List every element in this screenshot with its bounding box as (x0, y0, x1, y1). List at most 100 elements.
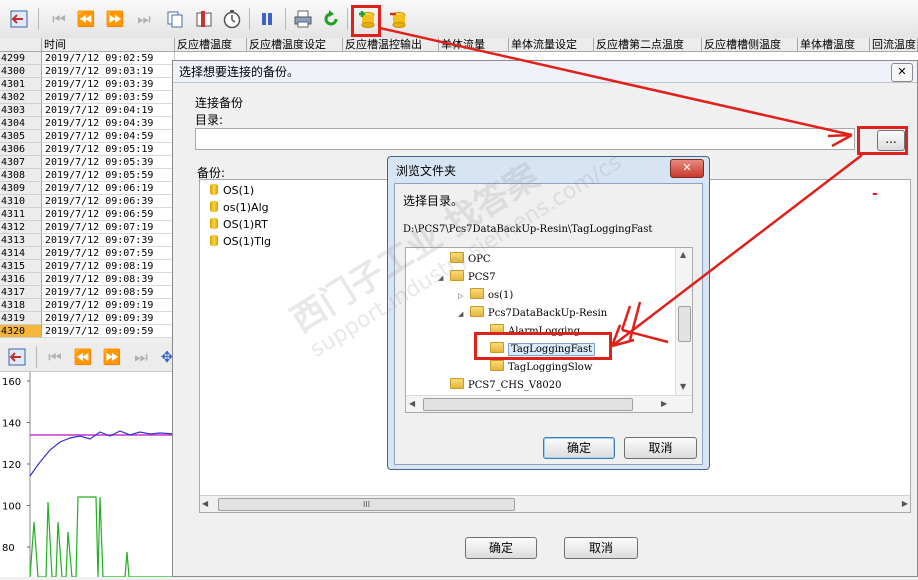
scrollbar-thumb[interactable] (678, 306, 691, 342)
table-row[interactable]: 4313 2019/7/12 09:07:39 (0, 234, 175, 247)
directory-input[interactable] (195, 128, 855, 150)
last-record-icon[interactable]: ⏭ (130, 346, 152, 368)
exit-icon[interactable] (8, 8, 30, 30)
scroll-right-icon[interactable]: ▶ (902, 499, 908, 508)
list-item[interactable]: os(1)Alg (210, 199, 269, 216)
table-row[interactable]: 4307 2019/7/12 09:05:39 (0, 156, 175, 169)
first-record-icon[interactable]: ⏮ (44, 346, 66, 368)
expand-icon[interactable]: ◢ (458, 306, 470, 323)
row-number-header (0, 38, 42, 52)
list-item[interactable]: OS(1)Tlg (210, 233, 271, 250)
column-select-icon[interactable] (193, 8, 215, 30)
folder-tree[interactable]: OPC ◢ PCS7 ▷ os(1) ◢ Pcs7DataBackUp-Resin Alarm… (405, 247, 693, 413)
tree-item[interactable]: TagLoggingSlow (478, 358, 592, 375)
ok-button[interactable]: 确定 (465, 537, 537, 559)
table-row[interactable]: 4318 2019/7/12 09:09:19 (0, 299, 175, 312)
table-row[interactable]: 4303 2019/7/12 09:04:19 (0, 104, 175, 117)
timestamp-cell: 2019/7/12 09:04:19 (42, 104, 175, 117)
horizontal-scrollbar[interactable]: ◀ III ▶ (200, 495, 910, 512)
scrollbar-thumb[interactable]: III (218, 498, 515, 511)
column-header[interactable]: 反应槽槽侧温度 (702, 38, 798, 52)
folder-icon (470, 288, 484, 299)
scroll-left-icon[interactable]: ◀ (409, 399, 415, 408)
timestamp-cell: 2019/7/12 09:07:19 (42, 221, 175, 234)
row-number: 4316 (0, 273, 42, 286)
trend-toolbar: ⏮ ⏪ ⏩ ⏭ ✥ (0, 343, 175, 372)
expand-icon[interactable]: ◢ (438, 270, 450, 287)
timestamp-cell: 2019/7/12 09:04:39 (42, 117, 175, 130)
directory-label: 目录: (195, 113, 224, 127)
time-range-icon[interactable] (221, 8, 243, 30)
table-row[interactable]: 4317 2019/7/12 09:08:59 (0, 286, 175, 299)
horizontal-scrollbar[interactable]: ◀ ▶ (406, 395, 692, 412)
column-header[interactable]: 回流温度 (870, 38, 918, 52)
row-number: 4302 (0, 91, 42, 104)
close-icon[interactable]: ✕ (670, 159, 704, 178)
disconnect-backup-icon[interactable] (387, 8, 409, 30)
table-row[interactable]: 4320 2019/7/12 09:09:59 (0, 325, 175, 338)
close-icon[interactable]: ✕ (891, 63, 913, 82)
scroll-up-icon[interactable]: ▲ (680, 250, 686, 259)
table-row[interactable]: 4319 2019/7/12 09:09:39 (0, 312, 175, 325)
column-header[interactable]: 反应槽温度 (175, 38, 247, 52)
table-row[interactable]: 4300 2019/7/12 09:03:19 (0, 65, 175, 78)
row-number: 4301 (0, 78, 42, 91)
table-row[interactable]: 4315 2019/7/12 09:08:19 (0, 260, 175, 273)
column-header[interactable]: 单体槽温度 (798, 38, 870, 52)
exit-icon[interactable] (6, 346, 28, 368)
table-row[interactable]: 4309 2019/7/12 09:06:19 (0, 182, 175, 195)
timestamp-cell: 2019/7/12 09:06:39 (42, 195, 175, 208)
copy-icon[interactable] (164, 8, 186, 30)
table-row[interactable]: 4312 2019/7/12 09:07:19 (0, 221, 175, 234)
list-item[interactable]: OS(1)RT (210, 216, 268, 233)
tree-item[interactable]: ▷ os(1) (458, 286, 513, 303)
table-row[interactable]: 4306 2019/7/12 09:05:19 (0, 143, 175, 156)
next-record-icon[interactable]: ⏩ (104, 8, 126, 30)
table-row[interactable]: 4310 2019/7/12 09:06:39 (0, 195, 175, 208)
pause-icon[interactable] (256, 8, 278, 30)
table-row[interactable]: 4305 2019/7/12 09:04:59 (0, 130, 175, 143)
column-header[interactable]: 单体流量设定 (509, 38, 594, 52)
last-record-icon[interactable]: ⏭ (133, 8, 155, 30)
table-row[interactable]: 4301 2019/7/12 09:03:39 (0, 78, 175, 91)
table-row[interactable]: 4302 2019/7/12 09:03:59 (0, 91, 175, 104)
scroll-right-icon[interactable]: ▶ (661, 399, 667, 408)
cancel-button[interactable]: 取消 (564, 537, 638, 559)
table-row[interactable]: 4299 2019/7/12 09:02:59 (0, 52, 175, 65)
table-row[interactable]: 4316 2019/7/12 09:08:39 (0, 273, 175, 286)
tree-item[interactable]: ◢ PCS7 (438, 268, 496, 285)
dialog-title: 选择想要连接的备份。 (173, 61, 917, 83)
table-row[interactable]: 4304 2019/7/12 09:04:39 (0, 117, 175, 130)
column-header[interactable]: 反应槽温控输出 (343, 38, 439, 52)
first-record-icon[interactable]: ⏮ (48, 8, 70, 30)
scrollbar-thumb[interactable] (423, 398, 633, 411)
scroll-down-icon[interactable]: ▼ (680, 382, 686, 391)
row-number: 4318 (0, 299, 42, 312)
table-row[interactable]: 4311 2019/7/12 09:06:59 (0, 208, 175, 221)
expand-icon[interactable]: ▷ (458, 288, 470, 305)
tree-item[interactable]: PCS7_CHS_V8020 (438, 376, 562, 393)
list-item[interactable]: OS(1) (210, 182, 254, 199)
table-row[interactable]: 4308 2019/7/12 09:05:59 (0, 169, 175, 182)
column-header[interactable]: 时间 (42, 38, 175, 52)
scroll-left-icon[interactable]: ◀ (202, 499, 208, 508)
row-number: 4306 (0, 143, 42, 156)
tree-item[interactable]: ◢ Pcs7DataBackUp-Resin (458, 304, 607, 321)
tree-item[interactable]: OPC (438, 250, 491, 267)
print-icon[interactable] (292, 8, 314, 30)
table-row[interactable]: 4314 2019/7/12 09:07:59 (0, 247, 175, 260)
cancel-button[interactable]: 取消 (624, 437, 697, 459)
next-record-icon[interactable]: ⏩ (101, 346, 123, 368)
previous-record-icon[interactable]: ⏪ (72, 346, 94, 368)
timestamp-cell: 2019/7/12 09:05:19 (42, 143, 175, 156)
column-header[interactable]: 单体流量 (439, 38, 509, 52)
tree-item-label: PCS7 (468, 272, 496, 283)
folder-icon (450, 378, 464, 389)
column-header[interactable]: 反应槽温度设定 (247, 38, 343, 52)
refresh-icon[interactable] (320, 8, 342, 30)
vertical-scrollbar[interactable]: ▲ ▼ (675, 248, 692, 396)
column-header[interactable]: 反应槽第二点温度 (594, 38, 702, 52)
ok-button[interactable]: 确定 (543, 437, 615, 459)
temperature-trend-line (29, 430, 176, 477)
previous-record-icon[interactable]: ⏪ (75, 8, 97, 30)
